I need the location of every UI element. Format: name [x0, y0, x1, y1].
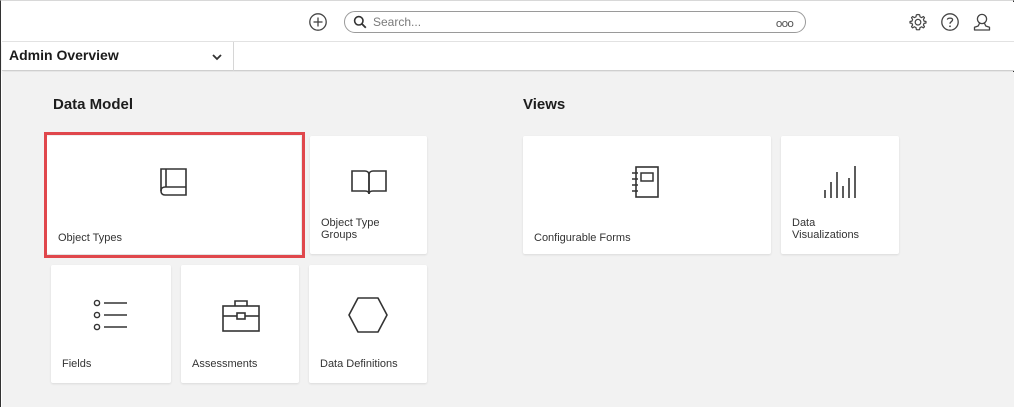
tile-label: Fields	[62, 358, 92, 370]
tile-data-visualizations[interactable]: Data Visualizations	[781, 136, 899, 254]
tile-object-type-groups[interactable]: Object Type Groups	[310, 136, 427, 254]
section-title-data-model: Data Model	[53, 96, 134, 113]
tile-label: Assessments	[192, 358, 258, 370]
search-icon	[353, 15, 367, 29]
tile-label: Configurable Forms	[534, 232, 631, 244]
user-icon[interactable]	[972, 12, 992, 32]
view-selector-dropdown[interactable]: Admin Overview	[2, 42, 234, 71]
tile-data-definitions[interactable]: Data Definitions	[309, 265, 427, 383]
open-book-icon	[351, 170, 387, 195]
help-icon[interactable]	[940, 12, 960, 32]
app-window: ooo Admin Overview Data Model Views	[0, 0, 1014, 407]
chevron-down-icon	[212, 54, 222, 61]
list-icon	[93, 299, 127, 331]
tile-object-types[interactable]: Object Types	[47, 136, 301, 254]
bar-chart-icon	[824, 166, 856, 198]
book-icon	[160, 168, 187, 196]
add-circle-icon[interactable]	[308, 12, 328, 32]
search-bar[interactable]: ooo	[344, 11, 806, 33]
tile-label: Object Types	[58, 232, 122, 244]
tile-label: Data Definitions	[320, 358, 398, 370]
view-selector-label: Admin Overview	[9, 47, 119, 63]
main-content: Data Model Views Object Types Object Typ…	[2, 72, 1014, 407]
tile-label: Data Visualizations	[792, 217, 860, 241]
tile-label: Object Type Groups	[321, 217, 380, 241]
hexagon-icon	[348, 297, 388, 333]
tile-assessments[interactable]: Assessments	[181, 265, 299, 383]
search-input[interactable]	[373, 14, 753, 30]
briefcase-icon	[222, 300, 260, 332]
notebook-icon	[632, 166, 659, 198]
sub-bar: Admin Overview	[2, 42, 1014, 71]
search-options-button[interactable]: ooo	[776, 17, 794, 30]
tile-configurable-forms[interactable]: Configurable Forms	[523, 136, 771, 254]
tile-fields[interactable]: Fields	[51, 265, 171, 383]
top-bar: ooo	[2, 2, 1014, 42]
gear-icon[interactable]	[908, 12, 928, 32]
section-title-views: Views	[523, 96, 566, 113]
